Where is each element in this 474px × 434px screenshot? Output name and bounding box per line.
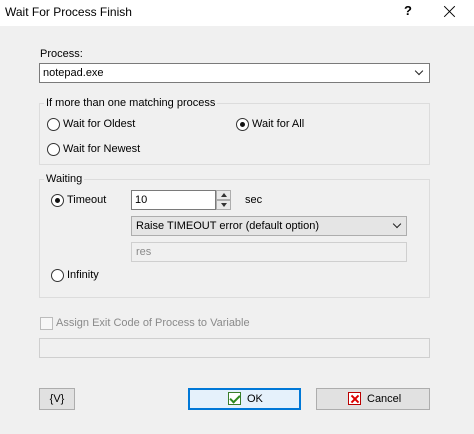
- title-bar: Wait For Process Finish ?: [0, 0, 474, 26]
- wait-all-label[interactable]: Wait for All: [252, 118, 304, 130]
- help-icon[interactable]: ?: [399, 3, 417, 21]
- assign-exit-code-checkbox: [40, 317, 53, 330]
- radio-infinity[interactable]: [51, 269, 64, 282]
- variables-button-label: {V}: [49, 393, 65, 405]
- on-timeout-value: Raise TIMEOUT error (default option): [136, 220, 319, 232]
- chevron-down-icon: [414, 66, 424, 76]
- chevron-down-icon: [392, 219, 402, 229]
- waiting-group-title: Waiting: [44, 173, 85, 185]
- arrow-up-icon: [221, 193, 227, 197]
- process-label: Process:: [40, 48, 83, 60]
- radio-wait-all[interactable]: [236, 118, 249, 131]
- ok-button[interactable]: OK: [188, 388, 301, 410]
- on-timeout-select[interactable]: Raise TIMEOUT error (default option): [131, 216, 407, 236]
- wait-oldest-label[interactable]: Wait for Oldest: [63, 118, 135, 130]
- cancel-x-icon: [348, 392, 361, 405]
- radio-wait-oldest[interactable]: [47, 118, 60, 131]
- timeout-spin-down[interactable]: [216, 200, 231, 210]
- radio-timeout[interactable]: [51, 194, 64, 207]
- check-icon: [228, 392, 241, 405]
- assign-exit-code-label: Assign Exit Code of Process to Variable: [56, 317, 250, 329]
- window-title: Wait For Process Finish: [5, 5, 132, 19]
- timeout-value: 10: [135, 194, 148, 206]
- process-combo[interactable]: notepad.exe: [39, 63, 430, 83]
- timeout-spin-up[interactable]: [216, 190, 231, 200]
- matching-process-group-title: If more than one matching process: [44, 97, 218, 109]
- timeout-label[interactable]: Timeout: [67, 194, 106, 206]
- timeout-unit: sec: [245, 194, 263, 206]
- wait-newest-label[interactable]: Wait for Newest: [63, 143, 140, 155]
- matching-process-group: [39, 103, 430, 165]
- ok-button-label: OK: [247, 393, 263, 405]
- infinity-label[interactable]: Infinity: [67, 269, 99, 281]
- variables-button[interactable]: {V}: [39, 388, 75, 410]
- exit-code-variable-field: [39, 338, 430, 358]
- radio-wait-newest[interactable]: [47, 143, 60, 156]
- process-value: notepad.exe: [43, 67, 104, 79]
- result-variable-placeholder: res: [136, 246, 152, 258]
- timeout-input[interactable]: 10: [131, 190, 216, 210]
- cancel-button-label: Cancel: [367, 393, 402, 405]
- cancel-button[interactable]: Cancel: [316, 388, 430, 410]
- result-variable-field: res: [131, 242, 407, 262]
- close-icon[interactable]: [440, 3, 460, 21]
- arrow-down-icon: [221, 203, 227, 207]
